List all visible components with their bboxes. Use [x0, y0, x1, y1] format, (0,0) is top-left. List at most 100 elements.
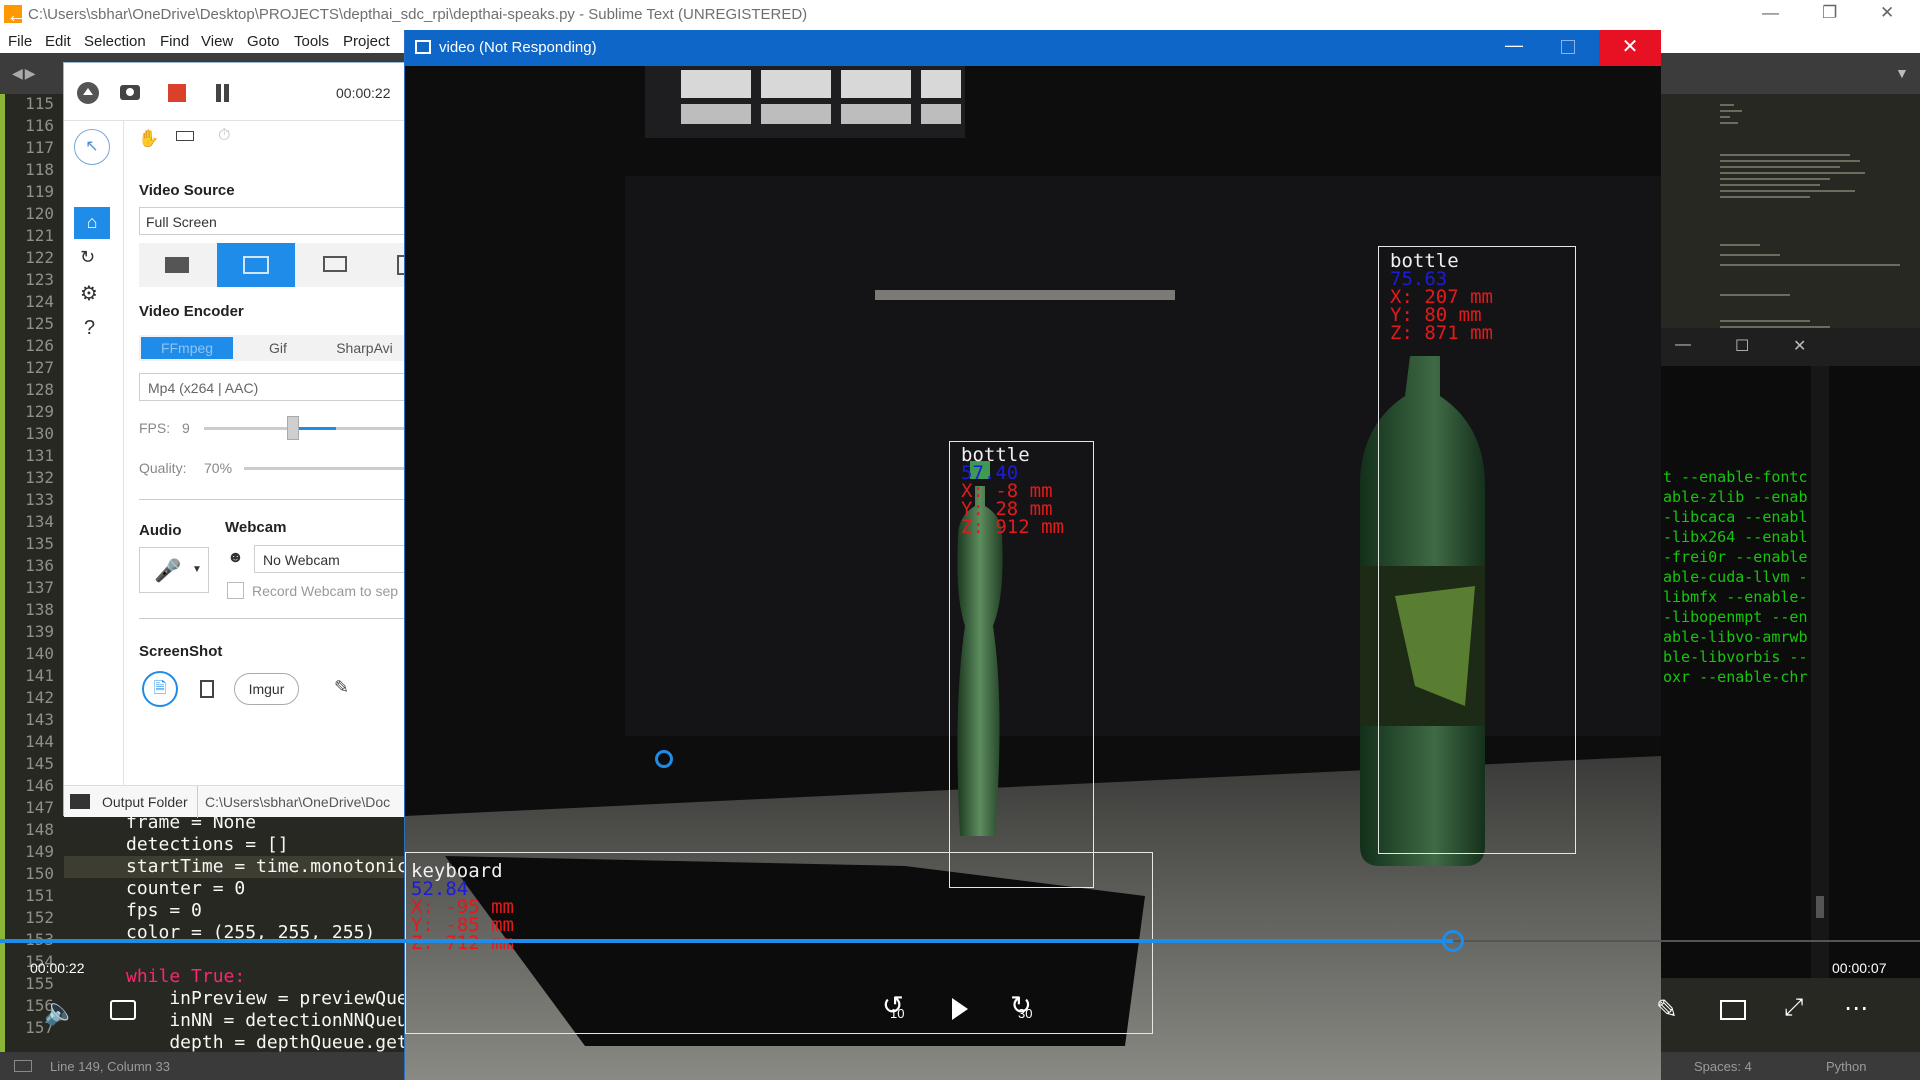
rewind-icon[interactable]: ↺ 10 [880, 990, 914, 1028]
elapsed-time: 00:00:22 [30, 960, 85, 976]
terminal-window[interactable]: — ☐ ✕ t --enable-fontc able-zlib --enab … [1658, 328, 1920, 978]
keyboard-icon[interactable] [176, 131, 194, 141]
output-folder-label: Output Folder [102, 794, 188, 810]
save-to-disk-icon[interactable]: 🗎 [142, 671, 178, 707]
fullscreen-exit-icon[interactable]: ⤢ [1784, 994, 1803, 1022]
fps-slider-thumb[interactable] [287, 416, 299, 440]
video-window[interactable]: video (Not Responding) — ✕ bottle 75.63 … [404, 30, 1661, 1080]
code-line-150: counter = 0 [126, 878, 246, 899]
panel-toggle-icon[interactable] [14, 1060, 32, 1072]
imgur-button[interactable]: Imgur [234, 673, 299, 705]
stop-record-icon[interactable] [168, 84, 186, 102]
restore-icon[interactable]: ❐ [1822, 3, 1837, 23]
encoder-tab-sharpavi[interactable]: SharpAvi [323, 337, 406, 359]
timer-icon[interactable]: ⏱ [218, 127, 230, 145]
pointer-mode-icon[interactable]: ↖ [74, 129, 110, 165]
menu-selection[interactable]: Selection [84, 33, 146, 50]
terminal-line: -libcaca --enabl [1663, 508, 1808, 526]
microphone-icon: 🎤 [154, 558, 182, 583]
video-source-label: Video Source [139, 182, 235, 199]
menu-view[interactable]: View [201, 33, 233, 50]
output-folder-path[interactable]: C:\Users\sbhar\OneDrive\Doc [205, 794, 405, 810]
edit-pencil-icon[interactable]: ✎ [1656, 994, 1678, 1025]
menu-goto[interactable]: Goto [247, 33, 280, 50]
line-number: 133 [25, 490, 54, 509]
line-number: 136 [25, 556, 54, 575]
tab-menu-icon[interactable]: ▼ [1895, 65, 1909, 81]
line-number: 116 [25, 116, 54, 135]
screen-source-icon[interactable] [323, 256, 347, 272]
record-webcam-checkbox[interactable] [227, 582, 244, 599]
terminal-line: t --enable-fontc [1663, 468, 1808, 486]
clipboard-icon[interactable] [200, 680, 214, 698]
output-folder-bar: Output Folder C:\Users\sbhar\OneDrive\Do… [64, 785, 406, 818]
minimize-icon[interactable]: — [1762, 3, 1779, 23]
video-maximize-icon[interactable] [1561, 40, 1575, 54]
menu-edit[interactable]: Edit [45, 33, 71, 50]
terminal-minimize-icon[interactable]: — [1675, 336, 1691, 354]
quality-slider[interactable] [244, 467, 406, 470]
home-icon[interactable]: ⌂ [74, 207, 110, 239]
tab-nav-arrows-icon[interactable]: ◀▶ [12, 65, 38, 82]
webcam-source-icon[interactable] [165, 257, 189, 273]
pencil-icon[interactable]: ✎ [334, 677, 349, 698]
back-arrow-icon[interactable]: ← [6, 2, 28, 28]
line-number: 128 [25, 380, 54, 399]
fps-slider[interactable] [204, 427, 406, 430]
menu-find[interactable]: Find [160, 33, 189, 50]
camera-icon[interactable] [120, 85, 140, 100]
mini-view-icon[interactable] [1720, 1000, 1746, 1020]
pause-icon-bar [224, 84, 229, 102]
more-options-icon[interactable]: ⋯ [1844, 994, 1870, 1023]
video-window-app-icon [415, 40, 431, 54]
line-number: 147 [25, 798, 54, 817]
pause-icon[interactable] [216, 84, 221, 102]
captions-icon[interactable] [110, 1000, 136, 1020]
settings-gear-icon[interactable]: ⚙ [80, 281, 98, 306]
status-syntax[interactable]: Python [1826, 1059, 1866, 1074]
terminal-scrollbar[interactable] [1811, 366, 1829, 978]
line-number: 120 [25, 204, 54, 223]
folder-icon[interactable] [70, 794, 90, 809]
menu-project[interactable]: Project [343, 33, 390, 50]
help-icon[interactable]: ? [84, 317, 95, 340]
audio-source-button[interactable]: 🎤 ▼ [139, 547, 209, 593]
line-number: 149 [25, 842, 54, 861]
encoder-format-select[interactable]: Mp4 (x264 | AAC) [139, 373, 406, 401]
line-number: 144 [25, 732, 54, 751]
video-source-select[interactable]: Full Screen [139, 207, 406, 235]
encoder-tab-ffmpeg[interactable]: FFmpeg [141, 337, 233, 359]
play-icon[interactable] [952, 998, 968, 1020]
line-number: 131 [25, 446, 54, 465]
terminal-maximize-icon[interactable]: ☐ [1735, 336, 1749, 356]
encoder-format-value: Mp4 (x264 | AAC) [148, 380, 259, 396]
status-indentation[interactable]: Spaces: 4 [1694, 1059, 1752, 1074]
media-player-controls: 00:00:22 00:00:07 🔈 ↺ 10 ↻ 30 ✎ ⤢ ⋯ [0, 930, 1920, 1052]
line-number: 122 [25, 248, 54, 267]
webcam-select[interactable]: No Webcam [254, 545, 406, 573]
video-source-type-row [139, 243, 407, 287]
line-number: 150 [25, 864, 54, 883]
fullscreen-source-button[interactable] [217, 243, 295, 287]
history-icon[interactable]: ↻ [80, 247, 95, 268]
line-number: 119 [25, 182, 54, 201]
terminal-scrollbar-thumb[interactable] [1816, 896, 1824, 918]
terminal-close-icon[interactable]: ✕ [1793, 336, 1806, 356]
status-position: Line 149, Column 33 [50, 1059, 170, 1074]
close-icon[interactable]: ✕ [1880, 3, 1894, 23]
detection-z: Z: 871 mm [1390, 322, 1493, 344]
record-timer: 00:00:22 [336, 85, 391, 101]
collapse-icon[interactable] [77, 82, 99, 104]
video-close-icon[interactable]: ✕ [1599, 30, 1661, 66]
hand-tool-icon[interactable]: ✋ [138, 129, 159, 149]
forward-icon[interactable]: ↻ 30 [1008, 990, 1042, 1028]
menu-file[interactable]: File [8, 33, 32, 50]
divider [197, 786, 198, 818]
volume-icon[interactable]: 🔈 [44, 996, 76, 1027]
capture-controls: 00:00:22 [64, 63, 406, 121]
code-line-149: startTime = time.monotonic( [126, 856, 419, 877]
menu-tools[interactable]: Tools [294, 33, 329, 50]
encoder-tab-gif[interactable]: Gif [243, 337, 313, 359]
seek-bar-thumb[interactable] [1442, 930, 1465, 952]
video-minimize-icon[interactable]: — [1505, 35, 1523, 56]
